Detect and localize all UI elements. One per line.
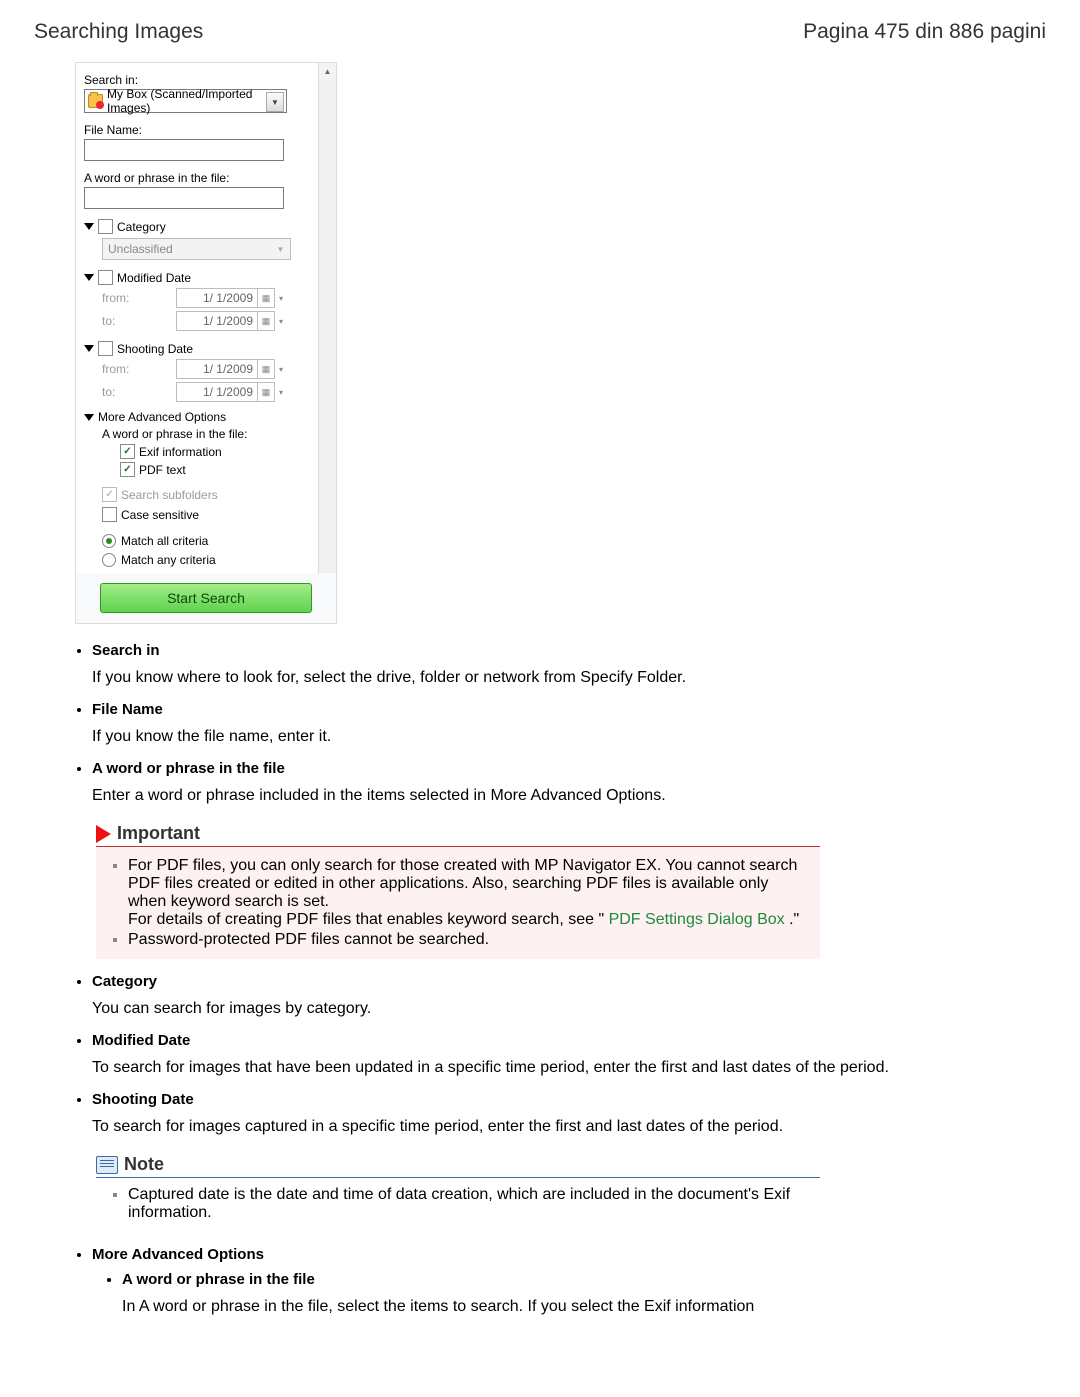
folder-icon xyxy=(88,94,103,108)
category-combo[interactable]: Unclassified ▼ xyxy=(102,238,291,260)
advanced-options-label: More Advanced Options xyxy=(98,410,226,424)
file-name-input[interactable] xyxy=(84,139,284,161)
scroll-up-icon[interactable]: ▲ xyxy=(319,63,336,80)
shooting-to-date[interactable]: 1/ 1/2009 xyxy=(176,382,258,402)
bullet-text: You can search for images by category. xyxy=(92,1000,1050,1018)
bullet-title: Search in xyxy=(92,642,1050,659)
search-in-value: My Box (Scanned/Imported Images) xyxy=(107,87,286,115)
search-in-combo[interactable]: My Box (Scanned/Imported Images) ▼ xyxy=(84,89,287,113)
phrase-input[interactable] xyxy=(84,187,284,209)
important-icon xyxy=(96,825,111,843)
calendar-icon[interactable]: ▦ xyxy=(258,288,275,308)
chevron-down-icon[interactable]: ▾ xyxy=(275,317,287,326)
bullet-modified: Modified Date To search for images that … xyxy=(92,1032,1050,1077)
collapse-icon[interactable] xyxy=(84,414,94,421)
bullet-text: If you know the file name, enter it. xyxy=(92,728,1050,746)
pdf-label: PDF text xyxy=(139,463,186,477)
calendar-icon[interactable]: ▦ xyxy=(258,311,275,331)
match-all-radio[interactable] xyxy=(102,534,116,548)
category-value: Unclassified xyxy=(108,242,173,256)
to-label: to: xyxy=(102,314,176,328)
bullet-adv-phrase: A word or phrase in the file In A word o… xyxy=(122,1271,1050,1316)
bullet-text: Enter a word or phrase included in the i… xyxy=(92,787,1050,805)
collapse-icon[interactable] xyxy=(84,274,94,281)
chevron-down-icon[interactable]: ▼ xyxy=(266,92,284,112)
phrase-label: A word or phrase in the file: xyxy=(84,171,328,185)
match-any-radio[interactable] xyxy=(102,553,116,567)
pdf-settings-link[interactable]: PDF Settings Dialog Box xyxy=(609,911,785,928)
chevron-down-icon[interactable]: ▾ xyxy=(275,294,287,303)
bullet-title: Modified Date xyxy=(92,1032,1050,1049)
pdf-checkbox[interactable]: ✓ xyxy=(120,462,135,477)
bullet-adv-options: More Advanced Options A word or phrase i… xyxy=(92,1246,1050,1316)
shooting-from-date[interactable]: 1/ 1/2009 xyxy=(176,359,258,379)
page-number: Pagina 475 din 886 pagini xyxy=(803,20,1046,44)
bullet-file-name: File Name If you know the file name, ent… xyxy=(92,701,1050,746)
calendar-icon[interactable]: ▦ xyxy=(258,359,275,379)
case-sensitive-label: Case sensitive xyxy=(121,508,199,522)
page-title: Searching Images xyxy=(34,20,203,44)
important-callout: Important For PDF files, you can only se… xyxy=(96,823,820,959)
bullet-search-in: Search in If you know where to look for,… xyxy=(92,642,1050,687)
note-callout: Note Captured date is the date and time … xyxy=(96,1154,820,1232)
search-dialog: ▲ Search in: My Box (Scanned/Imported Im… xyxy=(75,62,337,624)
important-heading: Important xyxy=(117,823,200,844)
match-all-label: Match all criteria xyxy=(121,534,208,548)
sub-bullet-title: A word or phrase in the file xyxy=(122,1271,1050,1288)
shooting-date-checkbox[interactable] xyxy=(98,341,113,356)
modified-from-date[interactable]: 1/ 1/2009 xyxy=(176,288,258,308)
chevron-down-icon[interactable]: ▾ xyxy=(275,365,287,374)
bullet-text: To search for images that have been upda… xyxy=(92,1059,1050,1077)
from-label: from: xyxy=(102,291,176,305)
bullet-phrase: A word or phrase in the file Enter a wor… xyxy=(92,760,1050,805)
sub-bullet-text: In A word or phrase in the file, select … xyxy=(122,1298,1050,1316)
important-text-1: For PDF files, you can only search for t… xyxy=(128,857,797,910)
to-label: to: xyxy=(102,385,176,399)
note-text: Captured date is the date and time of da… xyxy=(128,1186,790,1221)
category-checkbox[interactable] xyxy=(98,219,113,234)
important-text-1b-suffix: ." xyxy=(789,911,799,928)
scrollbar[interactable]: ▲ xyxy=(318,63,336,573)
from-label: from: xyxy=(102,362,176,376)
shooting-date-label: Shooting Date xyxy=(117,342,193,356)
bullet-text: If you know where to look for, select th… xyxy=(92,669,1050,687)
category-label: Category xyxy=(117,220,166,234)
bullet-category: Category You can search for images by ca… xyxy=(92,973,1050,1018)
search-subfolders-label: Search subfolders xyxy=(121,488,218,502)
bullet-shooting: Shooting Date To search for images captu… xyxy=(92,1091,1050,1136)
start-search-button[interactable]: Start Search xyxy=(100,583,312,613)
adv-phrase-label: A word or phrase in the file: xyxy=(102,427,328,441)
modified-to-date[interactable]: 1/ 1/2009 xyxy=(176,311,258,331)
bullet-text: To search for images captured in a speci… xyxy=(92,1118,1050,1136)
bullet-title: A word or phrase in the file xyxy=(92,760,1050,777)
calendar-icon[interactable]: ▦ xyxy=(258,382,275,402)
bullet-title: Category xyxy=(92,973,1050,990)
search-subfolders-checkbox: ✓ xyxy=(102,487,117,502)
bullet-title: File Name xyxy=(92,701,1050,718)
chevron-down-icon: ▼ xyxy=(273,240,288,258)
important-text-2: Password-protected PDF files cannot be s… xyxy=(128,931,489,948)
file-name-label: File Name: xyxy=(84,123,328,137)
case-sensitive-checkbox[interactable] xyxy=(102,507,117,522)
important-text-1b-prefix: For details of creating PDF files that e… xyxy=(128,911,604,928)
collapse-icon[interactable] xyxy=(84,223,94,230)
match-any-label: Match any criteria xyxy=(121,553,216,567)
collapse-icon[interactable] xyxy=(84,345,94,352)
note-icon xyxy=(96,1156,118,1174)
modified-date-label: Modified Date xyxy=(117,271,191,285)
bullet-title: Shooting Date xyxy=(92,1091,1050,1108)
note-heading: Note xyxy=(124,1154,164,1175)
modified-date-checkbox[interactable] xyxy=(98,270,113,285)
exif-label: Exif information xyxy=(139,445,222,459)
bullet-title: More Advanced Options xyxy=(92,1246,1050,1263)
chevron-down-icon[interactable]: ▾ xyxy=(275,388,287,397)
search-in-label: Search in: xyxy=(84,73,328,87)
exif-checkbox[interactable]: ✓ xyxy=(120,444,135,459)
